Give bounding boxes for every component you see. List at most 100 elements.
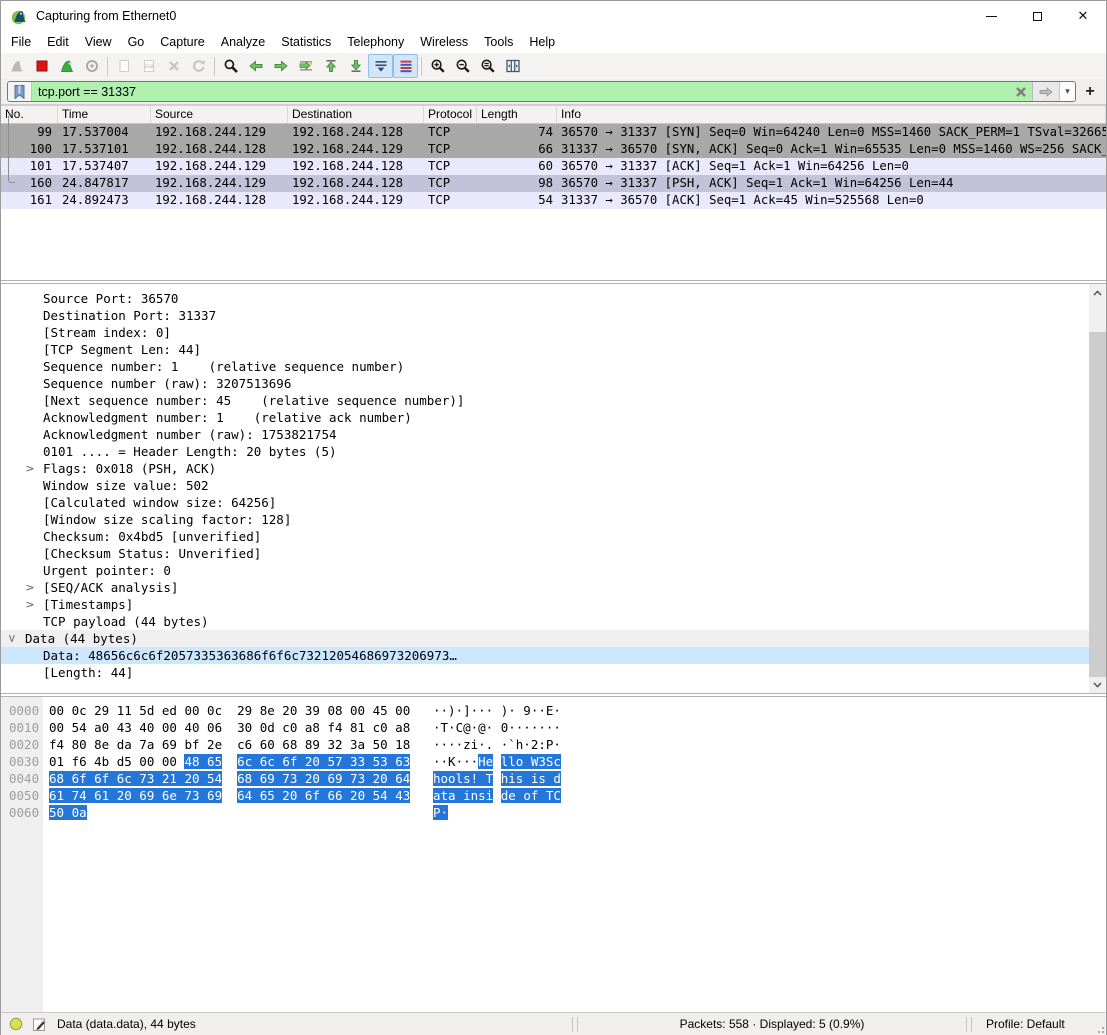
detail-row[interactable]: >Data (44 bytes)	[1, 630, 1089, 647]
menu-telephony[interactable]: Telephony	[339, 33, 412, 51]
expand-icon[interactable]: >	[23, 596, 37, 613]
profile-text[interactable]: Profile: Default	[974, 1017, 1092, 1031]
display-filter-field[interactable]: tcp.port == 31337 ▾	[7, 81, 1076, 102]
zoom-out-button[interactable]	[450, 54, 475, 78]
clear-filter-button[interactable]	[1010, 82, 1032, 101]
menu-edit[interactable]: Edit	[39, 33, 77, 51]
add-filter-button[interactable]: +	[1080, 83, 1100, 101]
hex-row-0030[interactable]: 003001 f6 4b d5 00 00 48 65 6c 6c 6f 20 …	[1, 753, 1106, 770]
apply-filter-button[interactable]	[1032, 82, 1059, 101]
detail-text: 0101 .... = Header Length: 20 bytes (5)	[1, 443, 1089, 460]
minimize-button[interactable]	[968, 1, 1014, 31]
menu-statistics[interactable]: Statistics	[273, 33, 339, 51]
go-back-button[interactable]	[243, 54, 268, 78]
packet-row-101[interactable]: 10117.537407192.168.244.129192.168.244.1…	[1, 158, 1106, 175]
hex-row-0060[interactable]: 006050 0aP·	[1, 804, 1106, 821]
menu-help[interactable]: Help	[521, 33, 563, 51]
detail-row[interactable]: [Next sequence number: 45 (relative sequ…	[1, 392, 1089, 409]
detail-row[interactable]: Acknowledgment number: 1 (relative ack n…	[1, 409, 1089, 426]
filter-bookmark-button[interactable]	[8, 82, 32, 101]
packet-row-161[interactable]: 16124.892473192.168.244.128192.168.244.1…	[1, 192, 1106, 209]
capture-options-button[interactable]	[79, 54, 104, 78]
menu-view[interactable]: View	[77, 33, 120, 51]
hex-row-0040[interactable]: 004068 6f 6f 6c 73 21 20 54 68 69 73 20 …	[1, 770, 1106, 787]
restart-capture-button[interactable]	[54, 54, 79, 78]
hex-row-0010[interactable]: 001000 54 a0 43 40 00 40 06 30 0d c0 a8 …	[1, 719, 1106, 736]
maximize-button[interactable]	[1014, 1, 1060, 31]
detail-row[interactable]: Sequence number: 1 (relative sequence nu…	[1, 358, 1089, 375]
go-to-first-button[interactable]	[318, 54, 343, 78]
packet-details-pane: Source Port: 36570Destination Port: 3133…	[1, 284, 1106, 693]
packet-cell: TCP	[424, 141, 477, 158]
detail-row[interactable]: TCP payload (44 bytes)	[1, 613, 1089, 630]
column-header-info[interactable]: Info	[557, 106, 1106, 123]
wireshark-window: Capturing from Ethernet0 ✕ FileEditViewG…	[0, 0, 1107, 1035]
scroll-up-button[interactable]	[1089, 284, 1106, 301]
zoom-in-button[interactable]	[425, 54, 450, 78]
close-button[interactable]: ✕	[1060, 1, 1106, 31]
go-to-packet-button[interactable]	[293, 54, 318, 78]
packet-row-100[interactable]: 10017.537101192.168.244.128192.168.244.1…	[1, 141, 1106, 158]
column-header-source[interactable]: Source	[151, 106, 288, 123]
resize-columns-button[interactable]	[500, 54, 525, 78]
auto-scroll-toggle[interactable]	[368, 54, 393, 78]
hex-row-0000[interactable]: 000000 0c 29 11 5d ed 00 0c 29 8e 20 39 …	[1, 702, 1106, 719]
menu-wireless[interactable]: Wireless	[412, 33, 476, 51]
column-header-destination[interactable]: Destination	[288, 106, 424, 123]
menu-file[interactable]: File	[3, 33, 39, 51]
detail-row[interactable]: [Calculated window size: 64256]	[1, 494, 1089, 511]
menu-analyze[interactable]: Analyze	[213, 33, 273, 51]
resize-grip[interactable]	[1092, 1021, 1104, 1033]
detail-row[interactable]: Acknowledgment number (raw): 1753821754	[1, 426, 1089, 443]
display-filter-input[interactable]: tcp.port == 31337	[32, 82, 1010, 101]
filter-dropdown-button[interactable]: ▾	[1059, 82, 1075, 101]
packet-row-160[interactable]: 16024.847817192.168.244.129192.168.244.1…	[1, 175, 1106, 192]
scroll-down-button[interactable]	[1089, 676, 1106, 693]
hex-row-0050[interactable]: 005061 74 61 20 69 6e 73 69 64 65 20 6f …	[1, 787, 1106, 804]
detail-row[interactable]: >[Timestamps]	[1, 596, 1089, 613]
detail-row[interactable]: Urgent pointer: 0	[1, 562, 1089, 579]
collapse-icon[interactable]: >	[4, 632, 21, 646]
column-header-protocol[interactable]: Protocol	[424, 106, 477, 123]
hex-row-0020[interactable]: 0020f4 80 8e da 7a 69 bf 2e c6 60 68 89 …	[1, 736, 1106, 753]
expand-icon[interactable]: >	[23, 579, 37, 596]
detail-row[interactable]: Sequence number (raw): 3207513696	[1, 375, 1089, 392]
detail-row[interactable]: >[SEQ/ACK analysis]	[1, 579, 1089, 596]
colorize-toggle[interactable]	[393, 54, 418, 78]
menu-go[interactable]: Go	[120, 33, 153, 51]
go-to-last-button[interactable]	[343, 54, 368, 78]
detail-row[interactable]: [Window size scaling factor: 128]	[1, 511, 1089, 528]
menu-tools[interactable]: Tools	[476, 33, 521, 51]
expert-info-icon[interactable]	[9, 1017, 23, 1031]
column-header-time[interactable]: Time	[58, 106, 151, 123]
find-packet-button[interactable]	[218, 54, 243, 78]
packet-row-99[interactable]: 9917.537004192.168.244.129192.168.244.12…	[1, 124, 1106, 141]
go-forward-button[interactable]	[268, 54, 293, 78]
scrollbar-thumb[interactable]	[1089, 332, 1106, 677]
detail-row[interactable]: Destination Port: 31337	[1, 307, 1089, 324]
details-scrollbar[interactable]	[1089, 284, 1106, 693]
detail-row[interactable]: [Checksum Status: Unverified]	[1, 545, 1089, 562]
detail-row[interactable]: >Flags: 0x018 (PSH, ACK)	[1, 460, 1089, 477]
hex-segment: 64 65 20 6f 66 20 54 43	[237, 788, 410, 803]
expand-icon[interactable]: >	[23, 460, 37, 477]
detail-text: [Timestamps]	[1, 596, 1089, 613]
column-header-length[interactable]: Length	[477, 106, 557, 123]
menu-capture[interactable]: Capture	[152, 33, 212, 51]
detail-row[interactable]: Window size value: 502	[1, 477, 1089, 494]
hex-offset: 0040	[9, 770, 49, 787]
capture-comment-icon[interactable]	[32, 1017, 47, 1032]
hex-bytes: f4 80 8e da 7a 69 bf 2e c6 60 68 89 32 3…	[49, 736, 433, 753]
stop-capture-button[interactable]	[29, 54, 54, 78]
detail-row[interactable]: Source Port: 36570	[1, 290, 1089, 307]
zoom-original-button[interactable]	[475, 54, 500, 78]
detail-row[interactable]: [Stream index: 0]	[1, 324, 1089, 341]
detail-row[interactable]: Checksum: 0x4bd5 [unverified]	[1, 528, 1089, 545]
detail-row[interactable]: 0101 .... = Header Length: 20 bytes (5)	[1, 443, 1089, 460]
menu-bar: FileEditViewGoCaptureAnalyzeStatisticsTe…	[1, 31, 1106, 53]
packet-cell: 24.847817	[58, 175, 151, 192]
detail-row[interactable]: [TCP Segment Len: 44]	[1, 341, 1089, 358]
detail-row[interactable]: [Length: 44]	[1, 664, 1089, 681]
hex-segment: 68 6f 6f 6c 73 21 20 54	[49, 771, 222, 786]
detail-row[interactable]: Data: 48656c6c6f2057335363686f6f6c732120…	[1, 647, 1089, 664]
